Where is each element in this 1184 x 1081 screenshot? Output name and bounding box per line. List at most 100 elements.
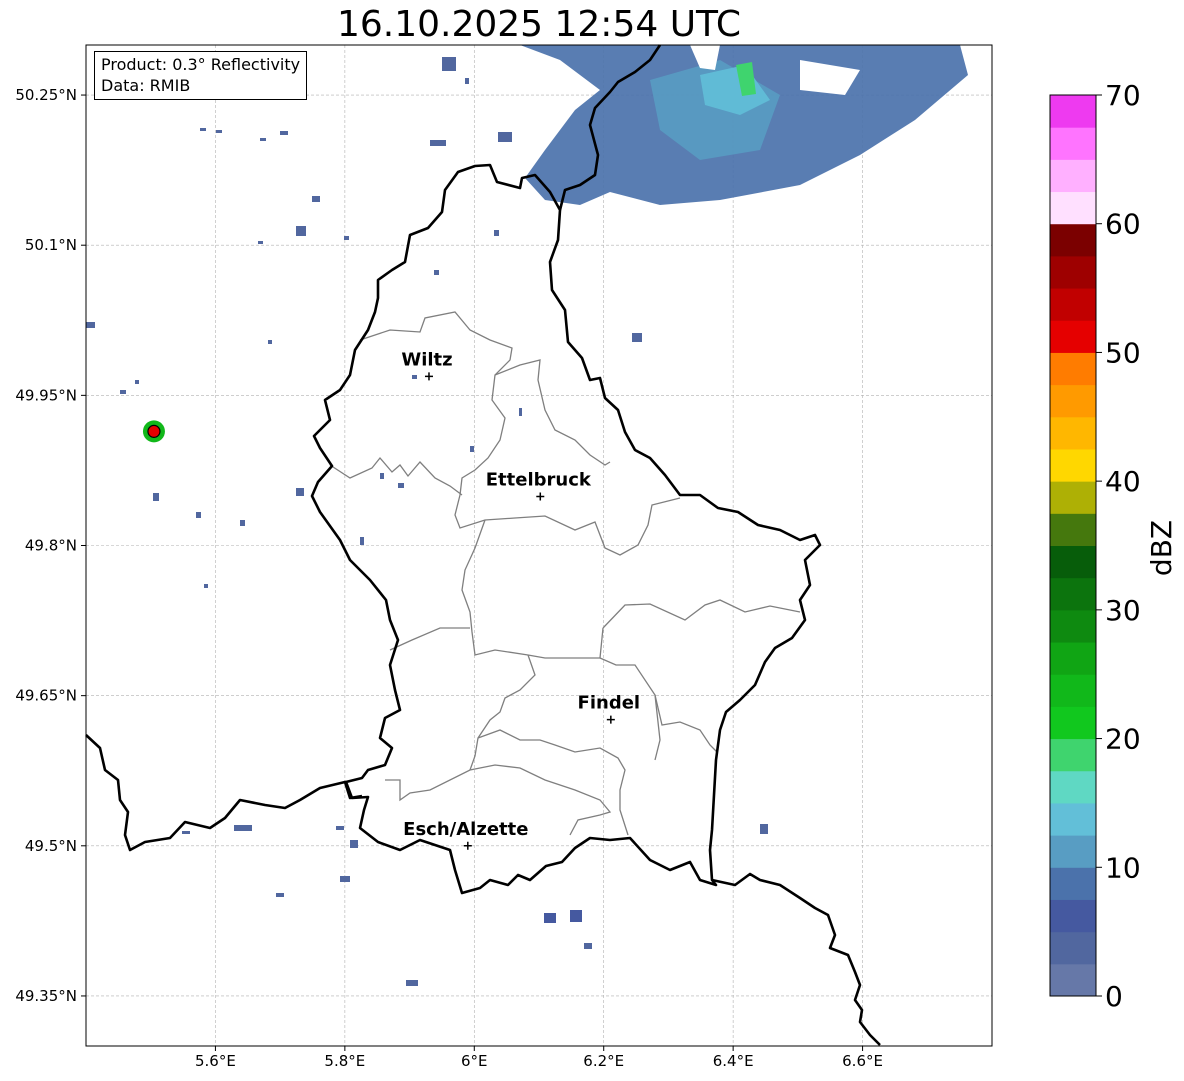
colorbar-segment — [1050, 159, 1096, 193]
colorbar-segment — [1050, 352, 1096, 386]
colorbar-tick-label: 60 — [1105, 208, 1141, 241]
echo-speck — [340, 876, 350, 882]
axis-tick-labels: 5.6°E 5.8°E 6°E 6.2°E 6.4°E 6.6°E 50.25°N 50.1°… — [15, 86, 883, 1070]
echo-speck — [412, 375, 417, 379]
colorbar: 0 10 20 30 40 50 60 70 — [1049, 79, 1141, 1013]
colorbar-segment — [1050, 674, 1096, 707]
echo-speck — [260, 138, 266, 141]
city-label: Ettelbruck — [486, 469, 592, 490]
colorbar-segment — [1050, 963, 1096, 997]
echo-speck — [204, 584, 208, 588]
echo-speck — [234, 825, 252, 831]
city-marker — [463, 841, 472, 850]
radar-echoes — [86, 45, 968, 986]
echo-speck — [200, 128, 206, 131]
colorbar-segment — [1050, 770, 1096, 804]
echo-speck — [434, 270, 439, 275]
echo-speck — [430, 140, 446, 146]
lat-tick-label: 50.25°N — [15, 86, 77, 104]
colorbar-label: dBZ — [1145, 520, 1178, 576]
colorbar-segment — [1050, 577, 1096, 611]
lat-tick-label: 49.8°N — [25, 537, 77, 555]
echo-speck — [760, 824, 768, 834]
lat-tick-label: 49.95°N — [15, 386, 77, 404]
product-label: Product: 0.3° Reflectivity — [101, 55, 301, 74]
colorbar-tick-label: 40 — [1105, 465, 1141, 498]
colorbar-segment — [1050, 899, 1096, 933]
echo-speck — [240, 520, 245, 526]
colorbar-segment — [1050, 384, 1096, 418]
echo-speck — [312, 196, 320, 202]
colorbar-segment — [1050, 223, 1096, 257]
luxembourg-border — [310, 163, 822, 895]
colorbar-segment — [1050, 738, 1096, 772]
lon-tick-label: 6.2°E — [583, 1052, 624, 1070]
city-marker — [606, 715, 615, 724]
echo-speck — [398, 483, 404, 488]
colorbar-segment — [1050, 448, 1096, 482]
colorbar-segment — [1050, 95, 1096, 128]
echo-speck — [280, 131, 288, 135]
colorbar-segment — [1050, 255, 1096, 289]
radar-map: 5.6°E 5.8°E 6°E 6.2°E 6.4°E 6.6°E 50.25°N 50.1°… — [15, 44, 1178, 1070]
lat-tick-label: 50.1°N — [25, 236, 77, 254]
france-germany-border — [711, 872, 881, 1046]
echo-speck — [120, 390, 126, 394]
echo-speck — [135, 380, 139, 384]
colorbar-segment — [1050, 320, 1096, 353]
colorbar-tick-label: 10 — [1105, 851, 1141, 884]
city-label: Esch/Alzette — [403, 819, 528, 840]
echo-speck — [196, 512, 201, 518]
colorbar-segment — [1050, 835, 1096, 868]
colorbar-segment — [1050, 288, 1096, 321]
echo-speck — [498, 132, 512, 142]
echo-speck — [182, 831, 190, 834]
echo-speck — [153, 493, 159, 501]
city-label: Wiltz — [401, 349, 452, 370]
lon-tick-label: 6°E — [461, 1052, 488, 1070]
echo-speck — [632, 333, 642, 342]
echo-speck — [276, 893, 284, 897]
colorbar-tick-label: 20 — [1105, 723, 1141, 756]
lon-tick-label: 5.8°E — [324, 1052, 365, 1070]
colorbar-tick-label: 70 — [1105, 79, 1141, 112]
echo-speck — [465, 78, 469, 84]
colorbar-segment — [1050, 642, 1096, 675]
echo-speck — [344, 236, 349, 240]
echo-speck — [570, 910, 582, 922]
colorbar-segment — [1050, 867, 1096, 900]
echo-speck — [584, 943, 592, 949]
radar-site-marker — [142, 420, 165, 443]
colorbar-tick-label: 0 — [1105, 980, 1123, 1013]
national-borders — [85, 44, 881, 1046]
lon-tick-label: 6.4°E — [713, 1052, 754, 1070]
colorbar-segment — [1050, 127, 1096, 160]
colorbar-segment — [1050, 416, 1096, 450]
colorbar-segment — [1050, 191, 1096, 225]
city-label: Findel — [578, 693, 641, 714]
belgium-france-border — [85, 734, 363, 852]
echo-speck — [86, 322, 95, 328]
colorbar-tick-label: 30 — [1105, 594, 1141, 627]
echo-speck — [406, 980, 418, 986]
echo-speck — [258, 241, 263, 244]
colorbar-segment — [1050, 609, 1096, 643]
echo-speck — [519, 408, 522, 416]
echo-speck — [296, 226, 306, 236]
canton-boundaries — [329, 311, 801, 836]
city-marker — [536, 492, 545, 501]
colorbar-segment — [1050, 545, 1096, 579]
lat-tick-label: 49.65°N — [15, 687, 77, 705]
echo-speck — [442, 57, 456, 71]
echo-speck — [494, 230, 499, 236]
echo-speck — [380, 473, 384, 479]
lat-tick-label: 49.5°N — [25, 837, 77, 855]
lat-tick-label: 49.35°N — [15, 987, 77, 1005]
echo-speck — [544, 913, 556, 923]
colorbar-segment — [1050, 513, 1096, 546]
echo-speck — [216, 130, 222, 133]
colorbar-segment — [1050, 481, 1096, 514]
graticule — [86, 45, 992, 1046]
city-marker — [424, 372, 433, 381]
info-box: Product: 0.3° Reflectivity Data: RMIB — [94, 51, 308, 100]
